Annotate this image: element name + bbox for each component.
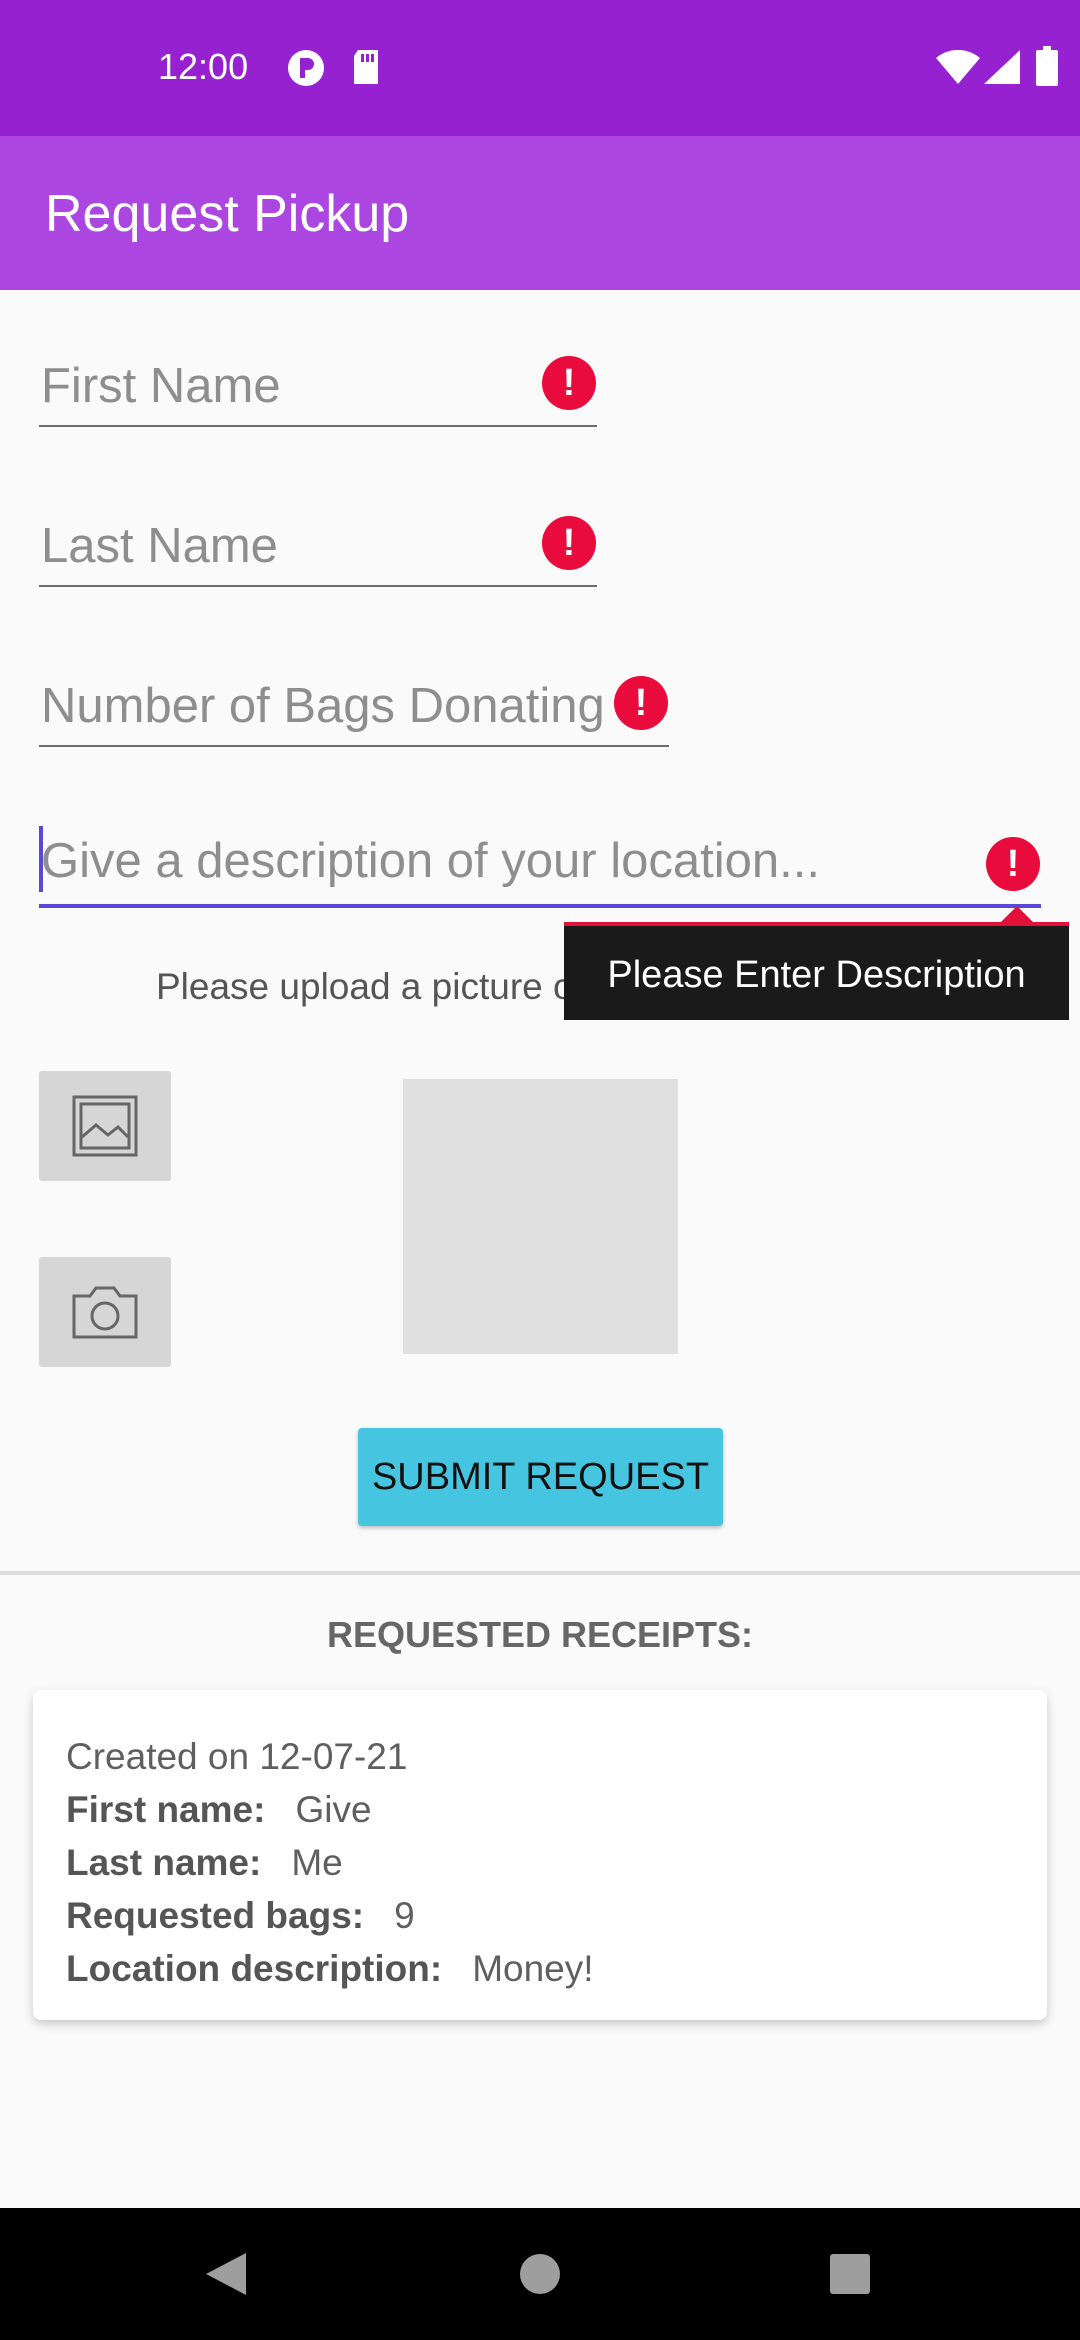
back-icon[interactable] <box>204 2251 248 2297</box>
description-hint: Give a description of your location... <box>41 834 820 888</box>
submit-request-button[interactable]: SUBMIT REQUEST <box>358 1428 723 1526</box>
error-icon: ! <box>542 356 596 410</box>
receipt-card: Created on 12-07-21 First name: Give Last… <box>33 1690 1047 2020</box>
bags-value: 9 <box>394 1895 415 1936</box>
upload-prompt: Please upload a picture of <box>156 966 584 1007</box>
recents-icon[interactable] <box>829 2253 871 2295</box>
first-name-field[interactable]: First Name ! <box>39 350 597 430</box>
bags-hint: Number of Bags Donating <box>41 679 605 733</box>
tooltip-arrow <box>1001 906 1033 922</box>
field-underline <box>39 585 597 587</box>
last-name-hint: Last Name <box>41 519 278 573</box>
location-label: Location description: <box>66 1948 443 1989</box>
field-underline <box>39 904 1041 908</box>
navigation-bar <box>0 2208 1080 2340</box>
bags-label: Requested bags: <box>66 1895 365 1936</box>
error-icon: ! <box>542 516 596 570</box>
battery-icon <box>1036 46 1058 91</box>
error-icon: ! <box>986 837 1040 891</box>
status-bar: 12:00 <box>0 0 1080 136</box>
field-underline <box>39 425 597 427</box>
notification-icon <box>286 48 326 93</box>
receipt-first-name: First name: Give <box>66 1789 372 1831</box>
first-name-value: Give <box>295 1789 372 1830</box>
home-icon[interactable] <box>519 2253 561 2295</box>
last-name-label: Last name: <box>66 1842 262 1883</box>
field-underline <box>39 745 669 747</box>
page-title: Request Pickup <box>45 185 410 243</box>
camera-button[interactable] <box>39 1257 171 1367</box>
first-name-label: First name: <box>66 1789 266 1830</box>
receipt-bags: Requested bags: 9 <box>66 1895 415 1937</box>
app-bar: Request Pickup <box>0 136 1080 290</box>
receipt-location: Location description: Money! <box>66 1948 594 1990</box>
divider <box>0 1571 1080 1575</box>
description-field[interactable]: Give a description of your location... ! <box>39 825 1041 909</box>
gallery-icon <box>72 1095 138 1157</box>
error-icon: ! <box>614 676 668 730</box>
camera-icon <box>72 1286 138 1339</box>
last-name-value: Me <box>291 1842 343 1883</box>
status-time: 12:00 <box>158 46 249 87</box>
error-tooltip: Please Enter Description <box>564 922 1069 1020</box>
last-name-field[interactable]: Last Name ! <box>39 510 597 590</box>
receipt-last-name: Last name: Me <box>66 1842 343 1884</box>
image-preview <box>403 1079 678 1354</box>
signal-icon <box>984 50 1020 89</box>
wifi-icon <box>936 49 980 89</box>
location-value: Money! <box>472 1948 594 1989</box>
receipt-created: Created on 12-07-21 <box>66 1736 408 1777</box>
bags-field[interactable]: Number of Bags Donating ! <box>39 670 669 750</box>
gallery-button[interactable] <box>39 1071 171 1181</box>
receipts-title: REQUESTED RECEIPTS: <box>326 1614 754 1655</box>
first-name-hint: First Name <box>41 359 281 413</box>
sd-card-icon <box>350 48 382 91</box>
